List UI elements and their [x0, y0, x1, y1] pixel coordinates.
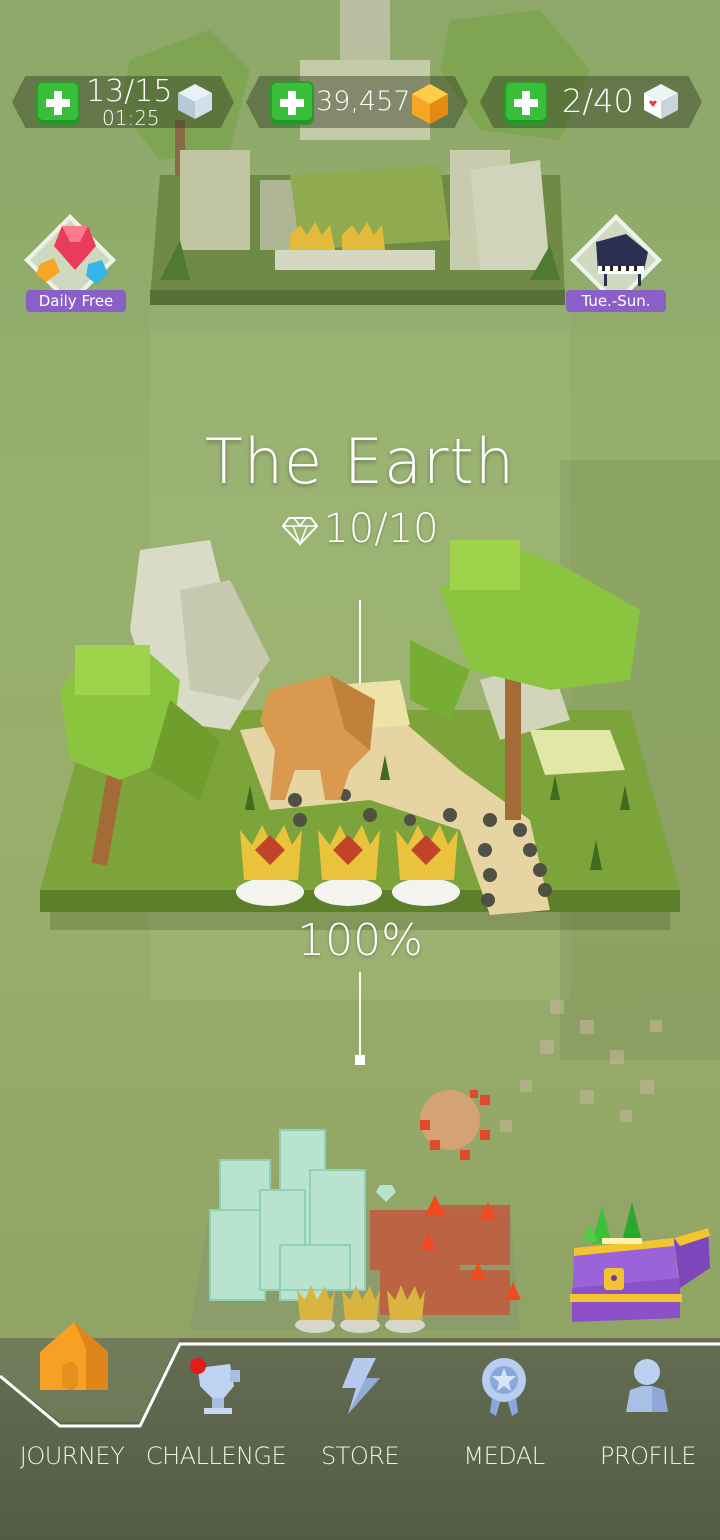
energy-timer: 01:25	[102, 106, 160, 130]
add-energy-button[interactable]	[36, 81, 80, 125]
temple-world-scene[interactable]	[120, 0, 600, 320]
nav-profile[interactable]: PROFILE	[576, 1338, 720, 1540]
heart-cube-icon	[644, 84, 678, 119]
coin-icon	[412, 84, 448, 124]
crowns	[236, 825, 460, 906]
coins-value: 39,457	[316, 86, 411, 117]
nav-journey-label: JOURNEY	[19, 1442, 125, 1470]
nav-medal-label: MEDAL	[463, 1442, 545, 1470]
add-hearts-button[interactable]	[504, 81, 548, 125]
level-progress: 100%	[297, 915, 423, 966]
nav-store[interactable]: STORE	[288, 1338, 432, 1540]
add-coins-button[interactable]	[270, 81, 314, 125]
hearts-value: 2/40	[562, 82, 634, 120]
nav-medal[interactable]: MEDAL	[432, 1338, 576, 1540]
earth-world-island[interactable]	[30, 530, 690, 970]
event-days-label[interactable]: Tue.-Sun.	[566, 290, 666, 312]
nav-journey[interactable]: JOURNEY	[0, 1338, 144, 1540]
nav-profile-label: PROFILE	[600, 1442, 696, 1470]
nav-store-label: STORE	[320, 1442, 400, 1470]
daily-free-label[interactable]: Daily Free	[26, 290, 126, 312]
treasure-chest-icon[interactable]	[562, 1198, 714, 1328]
nav-challenge[interactable]: CHALLENGE	[144, 1338, 288, 1540]
level-title: The Earth	[204, 425, 516, 498]
nav-challenge-label: CHALLENGE	[145, 1442, 287, 1470]
energy-value: 13/15	[86, 74, 173, 109]
energy-cube-icon	[178, 84, 212, 119]
